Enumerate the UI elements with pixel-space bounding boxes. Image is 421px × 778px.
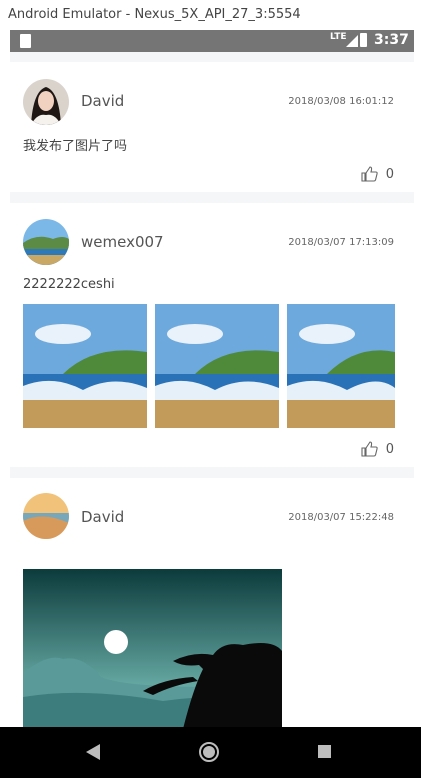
feed-post[interactable]: David 2018/03/07 15:22:48 — [10, 478, 414, 727]
person-avatar-icon[interactable] — [23, 79, 69, 125]
android-status-bar: LTE 3:37 — [10, 30, 414, 52]
like-count: 0 — [385, 441, 394, 457]
thumbs-up-icon — [361, 166, 378, 182]
like-button[interactable]: 0 — [361, 439, 394, 459]
back-button[interactable] — [62, 727, 122, 778]
feed-post[interactable]: David 2018/03/08 16:01:12 我发布了图片了吗 0 — [10, 62, 414, 192]
post-timestamp: 2018/03/07 15:22:48 — [288, 512, 394, 523]
battery-icon — [360, 33, 367, 47]
post-username[interactable]: David — [81, 92, 124, 110]
thumbs-up-icon — [361, 441, 378, 457]
feed-list[interactable]: David 2018/03/08 16:01:12 我发布了图片了吗 0 wem… — [10, 52, 414, 727]
sd-card-icon — [20, 34, 31, 48]
post-image[interactable] — [23, 569, 282, 727]
post-username[interactable]: David — [81, 508, 124, 526]
post-image-grid — [23, 304, 395, 428]
home-button[interactable] — [178, 727, 238, 778]
like-button[interactable]: 0 — [361, 164, 394, 184]
post-timestamp: 2018/03/08 16:01:12 — [288, 96, 394, 107]
emulator-window-title: Android Emulator - Nexus_5X_API_27_3:555… — [0, 0, 421, 30]
back-triangle-icon — [86, 744, 100, 760]
recents-button[interactable] — [294, 727, 354, 778]
post-content: 2222222ceshi — [23, 277, 115, 292]
signal-icon — [346, 35, 358, 47]
feed-post[interactable]: wemex007 2018/03/07 17:13:09 2222222cesh… — [10, 203, 414, 467]
post-image-thumbnail[interactable] — [23, 304, 147, 428]
post-image-thumbnail[interactable] — [287, 304, 395, 428]
post-content: 我发布了图片了吗 — [23, 139, 128, 154]
status-time: 3:37 — [374, 32, 409, 48]
network-type: LTE — [330, 32, 347, 42]
post-username[interactable]: wemex007 — [81, 233, 164, 251]
android-navigation-bar — [0, 727, 421, 778]
like-count: 0 — [385, 166, 394, 182]
post-timestamp: 2018/03/07 17:13:09 — [288, 237, 394, 248]
home-circle-icon — [199, 742, 219, 762]
beach-avatar-icon[interactable] — [23, 219, 69, 265]
recents-square-icon — [318, 745, 331, 758]
sunset-avatar-icon[interactable] — [23, 493, 69, 539]
post-image-thumbnail[interactable] — [155, 304, 279, 428]
